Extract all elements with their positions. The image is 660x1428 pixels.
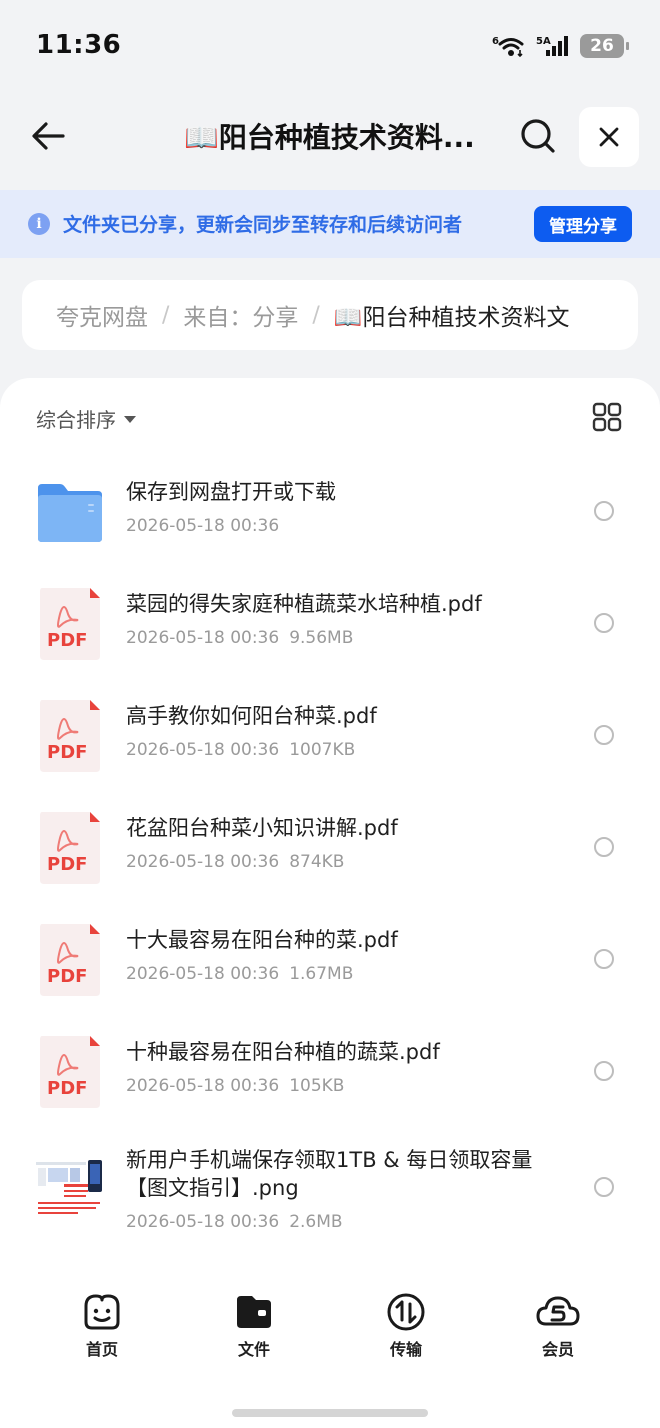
- top-header: 📖阳台种植技术资料...: [0, 100, 660, 176]
- share-notice-text: 文件夹已分享，更新会同步至转存和后续访问者: [63, 214, 463, 236]
- nav-label: 文件: [237, 1340, 270, 1359]
- file-meta: 2026-05-18 00:36 105KB: [126, 1076, 344, 1096]
- breadcrumb-separator: /: [312, 302, 320, 328]
- select-radio[interactable]: [594, 949, 614, 969]
- breadcrumb-item-shared[interactable]: 来自：分享: [183, 298, 298, 332]
- file-meta: 2026-05-18 00:36: [126, 516, 279, 536]
- file-size: 1.67MB: [289, 964, 354, 984]
- file-size: 874KB: [289, 852, 345, 872]
- info-icon: i: [28, 213, 50, 235]
- close-icon: [599, 127, 619, 147]
- list-item[interactable]: PDF 十大最容易在阳台种的菜.pdf 2026-05-18 00:36 1.67…: [0, 896, 660, 1008]
- select-radio[interactable]: [594, 1177, 614, 1197]
- file-size: 1007KB: [289, 740, 356, 760]
- grid-view-icon[interactable]: [592, 402, 622, 432]
- battery-indicator: 26: [580, 34, 629, 58]
- file-name: 花盆阳台种菜小知识讲解.pdf: [126, 816, 398, 840]
- cellular-signal-icon: 5A: [536, 36, 568, 56]
- search-button[interactable]: [516, 114, 560, 158]
- nav-item-member[interactable]: 会员: [518, 1292, 598, 1360]
- nav-item-files[interactable]: 文件: [214, 1292, 294, 1360]
- file-meta: 2026-05-18 00:36 874KB: [126, 852, 344, 872]
- file-size: 2.6MB: [289, 1212, 343, 1232]
- pdf-icon: PDF: [40, 588, 100, 660]
- list-item[interactable]: PDF 十种最容易在阳台种植的蔬菜.pdf 2026-05-18 00:36 10…: [0, 1008, 660, 1120]
- back-button[interactable]: [26, 114, 70, 158]
- nav-label: 传输: [389, 1340, 422, 1359]
- breadcrumb: 夸克网盘 / 来自：分享 / 📖阳台种植技术资料文: [22, 280, 638, 350]
- close-button[interactable]: [579, 107, 639, 167]
- pdf-icon: PDF: [40, 812, 100, 884]
- list-item[interactable]: PDF 高手教你如何阳台种菜.pdf 2026-05-18 00:36 1007K…: [0, 672, 660, 784]
- wifi-icon: 6: [492, 36, 524, 58]
- select-radio[interactable]: [594, 725, 614, 745]
- svg-text:PDF: PDF: [47, 854, 87, 875]
- file-meta: 2026-05-18 00:36 1.67MB: [126, 964, 353, 984]
- pdf-icon: PDF: [40, 1036, 100, 1108]
- manage-share-button[interactable]: 管理分享: [534, 206, 632, 242]
- file-date: 2026-05-18 00:36: [126, 1212, 280, 1232]
- bottom-navigation: 首页 文件 传输 会员: [0, 1280, 660, 1370]
- wallet-folder-icon: [237, 1296, 271, 1328]
- pdf-icon: PDF: [40, 700, 100, 772]
- file-name: 十种最容易在阳台种植的蔬菜.pdf: [126, 1040, 440, 1064]
- file-list-panel: 综合排序 保存到网盘打开或下载 2026-05-18 00:36 PDF 菜园的…: [0, 378, 660, 1428]
- list-item[interactable]: PDF 花盆阳台种菜小知识讲解.pdf 2026-05-18 00:36 874K…: [0, 784, 660, 896]
- svg-text:6: 6: [492, 36, 499, 47]
- svg-text:PDF: PDF: [47, 1078, 87, 1099]
- file-name: 保存到网盘打开或下载: [126, 480, 336, 504]
- file-date: 2026-05-18 00:36: [126, 628, 280, 648]
- svg-text:PDF: PDF: [47, 742, 87, 763]
- smile-face-icon: [84, 1294, 120, 1330]
- status-time: 11:36: [36, 30, 122, 60]
- page-title: 📖阳台种植技术资料...: [184, 121, 475, 154]
- cloud-s-icon: [536, 1296, 580, 1326]
- file-name: 菜园的得失家庭种植蔬菜水培种植.pdf: [126, 592, 482, 616]
- transfer-icon: [387, 1293, 425, 1331]
- sort-dropdown[interactable]: 综合排序: [36, 404, 136, 433]
- svg-text:PDF: PDF: [47, 966, 87, 987]
- list-item[interactable]: 保存到网盘打开或下载 2026-05-18 00:36: [0, 448, 660, 560]
- image-thumbnail: [34, 1154, 104, 1224]
- file-name: 高手教你如何阳台种菜.pdf: [126, 704, 377, 728]
- file-meta: 2026-05-18 00:36 2.6MB: [126, 1212, 343, 1232]
- file-date: 2026-05-18 00:36: [126, 740, 280, 760]
- file-size: 105KB: [289, 1076, 345, 1096]
- sort-label: 综合排序: [36, 408, 116, 432]
- file-size: 9.56MB: [289, 628, 354, 648]
- svg-text:PDF: PDF: [47, 630, 87, 651]
- svg-text:5A: 5A: [536, 36, 551, 47]
- search-icon: [521, 119, 555, 153]
- file-date: 2026-05-18 00:36: [126, 852, 280, 872]
- file-name: 十大最容易在阳台种的菜.pdf: [126, 928, 398, 952]
- file-date: 2026-05-18 00:36: [126, 516, 280, 536]
- select-radio[interactable]: [594, 837, 614, 857]
- file-name: 新用户手机端保存领取1TB & 每日领取容量【图文指引】.png: [126, 1148, 533, 1200]
- list-item[interactable]: 新用户手机端保存领取1TB & 每日领取容量【图文指引】.png 2026-05…: [0, 1120, 660, 1244]
- select-radio[interactable]: [594, 501, 614, 521]
- file-date: 2026-05-18 00:36: [126, 1076, 280, 1096]
- pdf-icon: PDF: [40, 924, 100, 996]
- share-notice-banner: i 文件夹已分享，更新会同步至转存和后续访问者 管理分享: [0, 190, 660, 258]
- nav-item-home[interactable]: 首页: [62, 1292, 142, 1360]
- file-meta: 2026-05-18 00:36 9.56MB: [126, 628, 353, 648]
- select-radio[interactable]: [594, 1061, 614, 1081]
- home-indicator[interactable]: [232, 1409, 428, 1417]
- file-meta: 2026-05-18 00:36 1007KB: [126, 740, 355, 760]
- list-item[interactable]: PDF 菜园的得失家庭种植蔬菜水培种植.pdf 2026-05-18 00:36…: [0, 560, 660, 672]
- nav-item-transfer[interactable]: 传输: [366, 1292, 446, 1360]
- folder-icon: [38, 484, 102, 542]
- breadcrumb-item-current: 📖阳台种植技术资料文: [333, 305, 570, 331]
- breadcrumb-item-root[interactable]: 夸克网盘: [56, 298, 148, 332]
- nav-label: 会员: [541, 1340, 574, 1359]
- nav-label: 首页: [85, 1340, 118, 1359]
- status-bar: 11:36 6 5A 26: [0, 0, 660, 96]
- arrow-left-icon: [32, 122, 65, 150]
- select-radio[interactable]: [594, 613, 614, 633]
- file-date: 2026-05-18 00:36: [126, 964, 280, 984]
- caret-down-icon: [124, 416, 136, 423]
- status-icons: 6 5A 26: [492, 34, 629, 58]
- breadcrumb-separator: /: [162, 302, 170, 328]
